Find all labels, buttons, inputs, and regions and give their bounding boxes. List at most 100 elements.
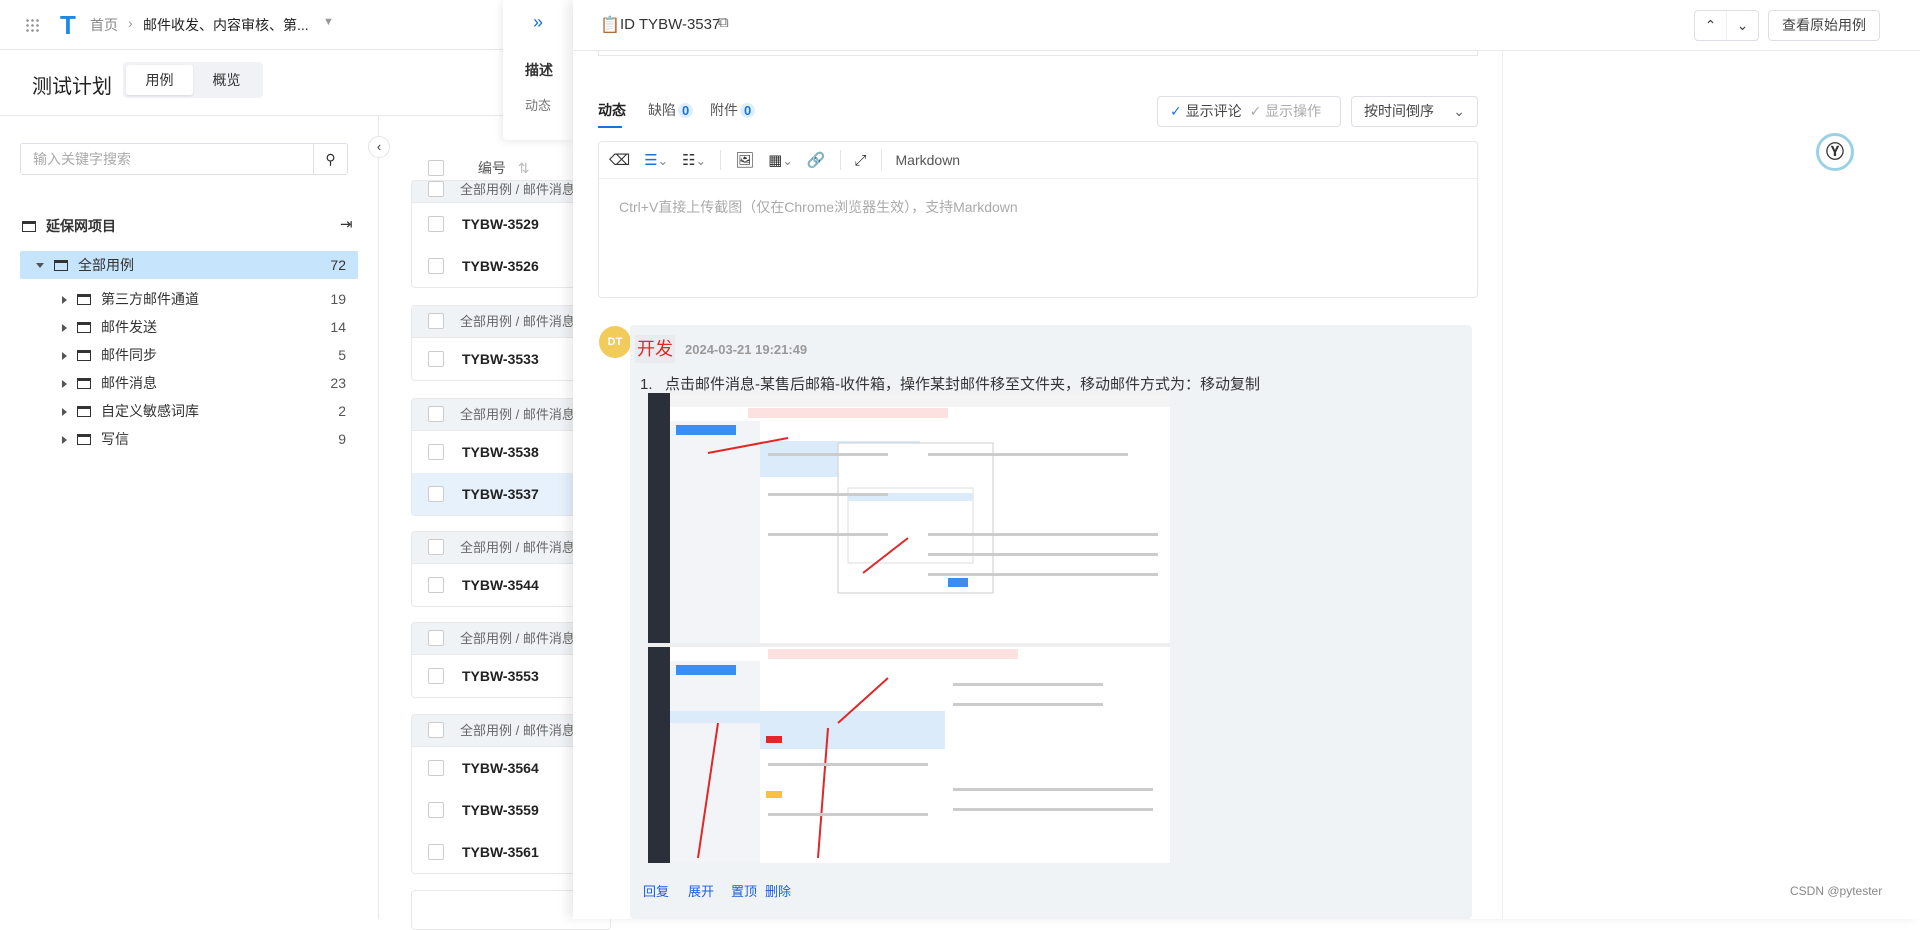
row-checkbox[interactable]: [428, 444, 444, 460]
view-original-button[interactable]: 查看原始用例: [1768, 10, 1880, 41]
expand-icon[interactable]: »: [503, 12, 573, 33]
comment-time: 2024-03-21 19:21:49: [685, 342, 808, 357]
apps-grid-icon[interactable]: [25, 18, 39, 32]
search-box: ⚲: [20, 143, 348, 175]
row-checkbox[interactable]: [428, 351, 444, 367]
link-icon[interactable]: 🔗: [807, 151, 826, 169]
sort-select[interactable]: 按时间倒序 ⌄: [1351, 96, 1478, 127]
case-id: TYBW-3526: [462, 258, 539, 274]
case-id: TYBW-3553: [462, 668, 539, 684]
tree-item[interactable]: 第三方邮件通道 19: [20, 285, 358, 313]
row-checkbox[interactable]: [428, 760, 444, 776]
prev-next-group: ⌃ ⌄: [1694, 10, 1759, 41]
list-header: 编号 ⇅: [428, 158, 530, 179]
comment-step: 点击邮件消息-某售后邮箱-收件箱，操作某封邮件移至文件夹，移动邮件方式为：移动复…: [665, 376, 1261, 393]
comment-screenshot[interactable]: [648, 393, 1170, 863]
breadcrumb-home[interactable]: 首页: [90, 15, 118, 35]
row-checkbox[interactable]: [428, 486, 444, 502]
tab-cases[interactable]: 用例: [126, 65, 193, 95]
nav-activity[interactable]: 动态: [525, 95, 573, 114]
group-checkbox[interactable]: [428, 630, 444, 646]
tree-label: 全部用例: [78, 257, 134, 273]
tab-overview[interactable]: 概览: [193, 65, 260, 95]
tree-item[interactable]: 写信 9: [20, 425, 358, 453]
copy-icon[interactable]: ⧉: [718, 14, 729, 31]
group-checkbox[interactable]: [428, 313, 444, 329]
display-filter: ✓ 显示评论 ✓ 显示操作: [1157, 96, 1341, 127]
row-checkbox[interactable]: [428, 216, 444, 232]
select-all-checkbox[interactable]: [428, 160, 444, 176]
check-icon: ✓: [1249, 103, 1262, 119]
group-path: 全部用例 / 邮件消息: [460, 631, 575, 646]
tab-activity[interactable]: 动态: [598, 100, 626, 120]
prev-case-icon[interactable]: ⌃: [1695, 11, 1727, 40]
fullscreen-icon[interactable]: ⤢: [855, 152, 867, 169]
bullet-list-icon[interactable]: ☰⌄: [644, 151, 668, 169]
pin-button[interactable]: 置顶: [731, 881, 757, 900]
caret-right-icon[interactable]: [62, 408, 67, 416]
tree-item[interactable]: 邮件发送 14: [20, 313, 358, 341]
caret-right-icon[interactable]: [62, 352, 67, 360]
caret-down-icon[interactable]: ▼: [323, 16, 334, 28]
tree-item[interactable]: 邮件同步 5: [20, 341, 358, 369]
markdown-mode[interactable]: Markdown: [896, 152, 961, 168]
numbered-list-icon[interactable]: ☷⌄: [682, 151, 706, 169]
show-comments-label: 显示评论: [1185, 103, 1242, 119]
sort-value: 按时间倒序: [1364, 103, 1434, 119]
delete-button[interactable]: 删除: [765, 881, 791, 900]
group-checkbox[interactable]: [428, 406, 444, 422]
collapse-tree-icon[interactable]: ⇥: [340, 215, 353, 233]
chevron-down-icon: ⌄: [1453, 103, 1465, 119]
group-checkbox[interactable]: [428, 722, 444, 738]
search-icon[interactable]: ⚲: [313, 144, 347, 174]
comment-text: 1. 点击邮件消息-某售后邮箱-收件箱，操作某封邮件移至文件夹，移动邮件方式为：…: [640, 376, 1261, 393]
caret-right-icon[interactable]: [62, 296, 67, 304]
search-input[interactable]: [21, 144, 311, 174]
editor-input[interactable]: Ctrl+V直接上传截图（仅在Chrome浏览器生效），支持Markdown: [599, 179, 1477, 297]
nav-description[interactable]: 描述: [525, 60, 573, 80]
divider: [720, 150, 722, 170]
group-path: 全部用例 / 邮件消息: [460, 314, 575, 329]
group-checkbox[interactable]: [428, 539, 444, 555]
group-path: 全部用例 / 邮件消息: [460, 540, 575, 555]
eraser-icon[interactable]: ⌫: [609, 151, 630, 169]
breadcrumb-plan[interactable]: 邮件收发、内容审核、第...: [143, 15, 309, 35]
divider: [1502, 50, 1503, 919]
image-icon[interactable]: 🖼: [735, 151, 754, 169]
caret-right-icon[interactable]: [62, 380, 67, 388]
tree-item[interactable]: 邮件消息 23: [20, 369, 358, 397]
avatar: DT: [599, 326, 631, 358]
reply-button[interactable]: 回复: [643, 881, 669, 900]
group-checkbox[interactable]: [428, 181, 444, 197]
tree-count: 14: [330, 319, 346, 335]
tree-item[interactable]: 自定义敏感词库 2: [20, 397, 358, 425]
case-id: TYBW-3538: [462, 444, 539, 460]
row-checkbox[interactable]: [428, 577, 444, 593]
comment-author: 开发: [635, 335, 675, 363]
show-comments-toggle[interactable]: ✓ 显示评论: [1170, 103, 1242, 119]
collapse-sidebar-button[interactable]: ‹: [368, 136, 390, 158]
next-case-icon[interactable]: ⌄: [1727, 11, 1758, 40]
table-icon[interactable]: ▦⌄: [768, 151, 793, 169]
check-icon: ✓: [1170, 103, 1182, 119]
caret-down-icon[interactable]: [36, 263, 44, 268]
assistant-logo-icon[interactable]: Ⓨ: [1816, 133, 1854, 171]
row-checkbox[interactable]: [428, 258, 444, 274]
case-detail-panel: 📋 ID TYBW-3537 ⧉ ⌃ ⌄ 查看原始用例 动态 缺陷 0 附件 0 ✓…: [573, 0, 1920, 919]
sort-icon[interactable]: ⇅: [518, 160, 530, 176]
tab-defects[interactable]: 缺陷 0: [648, 100, 694, 120]
divider: [839, 150, 841, 170]
row-checkbox[interactable]: [428, 668, 444, 684]
expand-button[interactable]: 展开: [688, 881, 714, 900]
row-checkbox[interactable]: [428, 844, 444, 860]
tab-attachments[interactable]: 附件 0: [710, 100, 756, 120]
show-actions-toggle[interactable]: ✓ 显示操作: [1250, 103, 1322, 119]
plan-tabs: 用例 概览: [123, 62, 263, 98]
caret-right-icon[interactable]: [62, 324, 67, 332]
row-checkbox[interactable]: [428, 802, 444, 818]
column-id: 编号: [477, 160, 506, 176]
project-title: 延保网项目: [22, 216, 116, 236]
caret-right-icon[interactable]: [62, 436, 67, 444]
tree-item-all[interactable]: 全部用例 72: [20, 251, 358, 279]
tree-label: 写信: [101, 431, 129, 447]
